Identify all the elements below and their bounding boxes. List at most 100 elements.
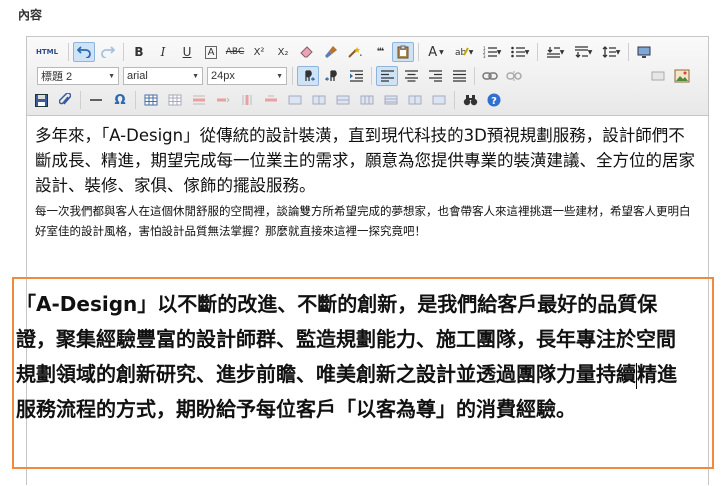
align-justify-button[interactable] [448,66,470,86]
chevron-down-icon: ▼ [108,72,115,80]
split-rows-button[interactable] [380,90,402,110]
merge-down-button[interactable] [332,90,354,110]
merge-right-icon [312,95,326,105]
find-replace-button[interactable] [459,90,481,110]
table-props-button[interactable] [428,90,450,110]
save-button[interactable] [30,90,52,110]
paragraph-format-value: 標題 2 [41,71,73,83]
toolbar-row-1: HTML B I U A ABC X² X₂ ❝❝ A ▼ ab ▼ 1 2 3 ▼ ▼ … [29,41,656,63]
attachment-button[interactable] [54,90,76,110]
merge-cells-button[interactable] [284,90,306,110]
split-cell-icon [360,95,374,105]
ltr-icon [305,70,315,81]
link-button[interactable] [479,66,501,86]
svg-text:?: ? [491,96,497,107]
paragraph-3[interactable]: 「A-Design」以不斷的改進、不斷的創新，是我們給客戶最好的品質保證，聚集經… [16,287,688,427]
table-props-icon [432,95,446,105]
align-center-button[interactable] [400,66,422,86]
ltr-direction-button[interactable] [297,66,319,86]
line-height-button[interactable]: ▼ [598,42,624,62]
toolbar-separator [80,91,81,109]
bold-button[interactable]: B [128,42,150,62]
help-button[interactable]: ? [483,90,505,110]
rtl-icon [325,70,337,81]
editor-content-area[interactable]: 多年來，「A-Design」從傳統的設計裝潢，直到現代科技的3D預視規劃服務，設… [12,116,714,486]
bulleted-list-button[interactable]: ▼ [507,42,533,62]
bulleted-list-icon [510,46,525,58]
chevron-down-icon: ▼ [439,48,444,56]
paragraph-2[interactable]: 每一次我們都與客人在這個休閒舒服的空間裡，談論雙方所希望完成的夢想家，也會帶客人… [35,201,700,241]
eraser-button[interactable] [296,42,318,62]
align-left-button[interactable] [376,66,398,86]
highlighted-paragraph-box: 「A-Design」以不斷的改進、不斷的創新，是我們給客戶最好的品質保證，聚集經… [12,277,714,469]
remove-format-button[interactable]: A [200,42,222,62]
fullscreen-button[interactable] [633,42,655,62]
paste-plain-button[interactable] [392,42,414,62]
chevron-down-icon: ▼ [468,48,474,56]
rich-text-editor: HTML B I U A ABC X² X₂ ❝❝ A ▼ ab ▼ 1 2 3 ▼ ▼ … [12,36,714,486]
font-family-select[interactable]: arial ▼ [123,67,203,85]
delete-table-icon [168,94,182,106]
link-icon [482,72,498,80]
merge-cells-icon [288,95,302,105]
horizontal-rule-icon [90,99,102,101]
insert-col-icon [242,95,252,105]
merge-right-button[interactable] [308,90,330,110]
align-right-button[interactable] [424,66,446,86]
paragraph-3-text-before-cursor: 「A-Design」以不斷的改進、不斷的創新，是我們給客戶最好的品質保證，聚集經… [16,292,676,386]
rtl-direction-button[interactable] [321,66,343,86]
auto-format-button[interactable] [344,42,366,62]
special-char-button[interactable]: Ω [109,90,131,110]
highlight-color-button[interactable]: ab ▼ [451,42,477,62]
magic-wand-icon [348,47,362,58]
font-size-value: 24px [211,70,235,82]
delete-col-button[interactable] [260,90,282,110]
toolbar-row-3: Ω ? [29,89,506,111]
horizontal-rule-button[interactable] [85,90,107,110]
split-cols-button[interactable] [404,90,426,110]
spacing-top-icon [546,47,560,58]
strikethrough-button[interactable]: ABC [224,42,246,62]
brush-icon [325,46,337,58]
source-button[interactable]: HTML [30,42,64,62]
toolbar-separator [454,91,455,109]
source-label: HTML [35,48,59,56]
insert-row-button[interactable] [188,90,210,110]
paragraph-format-select[interactable]: 標題 2 ▼ [37,67,119,85]
insert-col-button[interactable] [236,90,258,110]
line-height-icon [602,46,616,58]
undo-button[interactable] [73,42,95,62]
toolbar-separator [371,67,372,85]
paragraph-spacing-top-button[interactable]: ▼ [542,42,568,62]
chevron-down-icon: ▼ [192,72,199,80]
toolbar-separator [135,91,136,109]
redo-button[interactable] [97,42,119,62]
anchor-button[interactable] [647,66,669,86]
image-button[interactable] [671,66,693,86]
delete-row-icon [217,97,230,103]
delete-col-icon [265,95,277,102]
split-cell-button[interactable] [356,90,378,110]
delete-table-button[interactable] [164,90,186,110]
toolbar-row-2: 標題 2 ▼ arial ▼ 24px ▼ [29,65,694,87]
insert-table-button[interactable] [140,90,162,110]
font-size-select[interactable]: 24px ▼ [207,67,287,85]
toolbar-separator [123,43,124,61]
unlink-button[interactable] [503,66,525,86]
paragraph-1[interactable]: 多年來，「A-Design」從傳統的設計裝潢，直到現代科技的3D預視規劃服務，設… [35,123,697,198]
format-painter-button[interactable] [320,42,342,62]
indent-button[interactable] [345,66,367,86]
underline-button[interactable]: U [176,42,198,62]
font-color-button[interactable]: A ▼ [423,42,449,62]
italic-button[interactable]: I [152,42,174,62]
monitor-icon [637,46,651,58]
subscript-button[interactable]: X₂ [272,42,294,62]
chevron-down-icon: ▼ [276,72,283,80]
chevron-down-icon: ▼ [496,48,502,56]
font-color-icon: A [428,44,438,60]
superscript-button[interactable]: X² [248,42,270,62]
delete-row-button[interactable] [212,90,234,110]
paragraph-spacing-bottom-button[interactable]: ▼ [570,42,596,62]
blockquote-button[interactable]: ❝❝ [368,42,390,62]
numbered-list-button[interactable]: 1 2 3 ▼ [479,42,505,62]
